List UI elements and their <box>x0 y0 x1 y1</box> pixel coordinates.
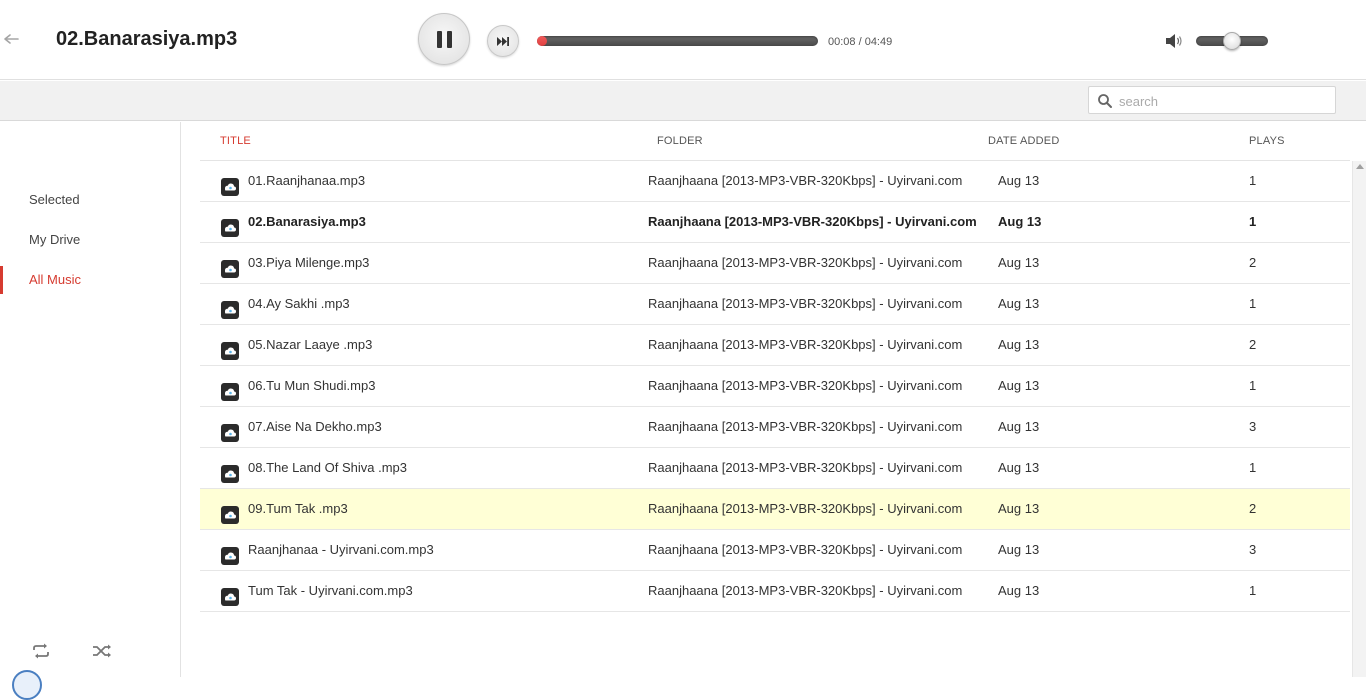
magnifier-icon <box>1098 94 1112 108</box>
track-title: 07.Aise Na Dekho.mp3 <box>248 419 382 434</box>
seek-bar-fill <box>537 36 547 46</box>
track-play-count: 2 <box>1249 501 1257 516</box>
cloud-music-icon <box>221 295 239 319</box>
track-date-added: Aug 13 <box>998 173 1040 188</box>
track-date-added: Aug 13 <box>998 255 1040 270</box>
seek-bar[interactable] <box>537 36 818 46</box>
table-row[interactable]: 05.Nazar Laaye .mp3 Raanjhaana [2013-MP3-… <box>200 325 1350 366</box>
sidebar: Selected My Drive All Music <box>0 122 181 700</box>
table-row[interactable]: Tum Tak - Uyirvani.com.mp3 Raanjhaana [20… <box>200 571 1350 612</box>
cloud-music-icon <box>221 213 239 237</box>
track-title: 05.Nazar Laaye .mp3 <box>248 337 373 352</box>
column-header-folder[interactable]: FOLDER <box>657 135 703 147</box>
track-folder: Raanjhaana [2013-MP3-VBR-320Kbps] - Uyir… <box>648 419 963 434</box>
track-title: 03.Piya Milenge.mp3 <box>248 255 370 270</box>
search-input[interactable] <box>1119 91 1329 111</box>
track-date-added: Aug 13 <box>998 542 1040 557</box>
cloud-music-icon <box>221 172 239 196</box>
track-title: Tum Tak - Uyirvani.com.mp3 <box>248 583 413 598</box>
track-date-added: Aug 13 <box>998 214 1042 229</box>
music-table: TITLE FOLDER DATE ADDED PLAYS 01.Raanjha… <box>200 122 1350 677</box>
pause-button[interactable] <box>418 13 470 65</box>
back-arrow-icon[interactable] <box>3 33 21 49</box>
track-play-count: 3 <box>1249 542 1257 557</box>
volume-slider[interactable] <box>1196 32 1268 50</box>
track-play-count: 1 <box>1249 214 1257 229</box>
track-title: 09.Tum Tak .mp3 <box>248 501 348 516</box>
track-play-count: 2 <box>1249 337 1257 352</box>
pause-icon <box>437 31 453 48</box>
table-header: TITLE FOLDER DATE ADDED PLAYS <box>200 122 1350 161</box>
next-track-button[interactable] <box>487 25 519 57</box>
track-folder: Raanjhaana [2013-MP3-VBR-320Kbps] - Uyir… <box>648 460 963 475</box>
column-header-title[interactable]: TITLE <box>220 135 251 147</box>
track-title: 08.The Land Of Shiva .mp3 <box>248 460 407 475</box>
track-play-count: 1 <box>1249 583 1257 598</box>
track-date-added: Aug 13 <box>998 337 1040 352</box>
track-folder: Raanjhaana [2013-MP3-VBR-320Kbps] - Uyir… <box>648 173 963 188</box>
scroll-up-icon[interactable] <box>1356 164 1364 169</box>
cloud-music-icon <box>221 541 239 565</box>
table-row[interactable]: 07.Aise Na Dekho.mp3 Raanjhaana [2013-MP3… <box>200 407 1350 448</box>
cloud-music-icon <box>221 377 239 401</box>
player-bar: 02.Banarasiya.mp3 00:08 / 04:49 <box>0 0 1366 80</box>
cloud-music-icon <box>221 500 239 524</box>
column-header-date-added[interactable]: DATE ADDED <box>988 135 1059 147</box>
skip-next-icon <box>497 37 509 46</box>
speaker-icon[interactable] <box>1164 32 1184 50</box>
shuffle-icon[interactable] <box>91 642 113 660</box>
track-play-count: 3 <box>1249 419 1257 434</box>
track-date-added: Aug 13 <box>998 378 1040 393</box>
track-title: 01.Raanjhanaa.mp3 <box>248 173 366 188</box>
track-play-count: 1 <box>1249 460 1257 475</box>
toolbar <box>0 81 1366 121</box>
cloud-music-icon <box>221 459 239 483</box>
track-date-added: Aug 13 <box>998 460 1040 475</box>
cloud-music-icon <box>221 582 239 606</box>
table-row[interactable]: 04.Ay Sakhi .mp3 Raanjhaana [2013-MP3-VBR… <box>200 284 1350 325</box>
track-folder: Raanjhaana [2013-MP3-VBR-320Kbps] - Uyir… <box>648 583 963 598</box>
sidebar-item-all-music[interactable]: All Music <box>0 266 180 294</box>
table-row[interactable]: 03.Piya Milenge.mp3 Raanjhaana [2013-MP3-… <box>200 243 1350 284</box>
cloud-music-icon <box>221 336 239 360</box>
cloud-music-icon <box>221 418 239 442</box>
track-date-added: Aug 13 <box>998 419 1040 434</box>
track-play-count: 1 <box>1249 378 1257 393</box>
track-folder: Raanjhaana [2013-MP3-VBR-320Kbps] - Uyir… <box>648 337 963 352</box>
search-box[interactable] <box>1088 86 1336 114</box>
table-row[interactable]: 09.Tum Tak .mp3 Raanjhaana [2013-MP3-VBR-… <box>200 489 1350 530</box>
table-row[interactable]: Raanjhanaa - Uyirvani.com.mp3 Raanjhaana … <box>200 530 1350 571</box>
track-play-count: 2 <box>1249 255 1257 270</box>
table-row[interactable]: 08.The Land Of Shiva .mp3 Raanjhaana [201… <box>200 448 1350 489</box>
track-date-added: Aug 13 <box>998 501 1040 516</box>
track-date-added: Aug 13 <box>998 296 1040 311</box>
column-header-plays[interactable]: PLAYS <box>1249 135 1285 147</box>
volume-slider-handle[interactable] <box>1223 32 1241 50</box>
track-folder: Raanjhaana [2013-MP3-VBR-320Kbps] - Uyir… <box>648 296 963 311</box>
repeat-icon[interactable] <box>30 642 52 660</box>
sidebar-item-my-drive[interactable]: My Drive <box>0 226 180 254</box>
track-folder: Raanjhaana [2013-MP3-VBR-320Kbps] - Uyir… <box>648 501 963 516</box>
cloud-music-icon <box>221 254 239 278</box>
track-folder: Raanjhaana [2013-MP3-VBR-320Kbps] - Uyir… <box>648 542 963 557</box>
track-play-count: 1 <box>1249 173 1257 188</box>
track-folder: Raanjhaana [2013-MP3-VBR-320Kbps] - Uyir… <box>648 255 963 270</box>
now-playing-title: 02.Banarasiya.mp3 <box>56 28 238 50</box>
table-row[interactable]: 02.Banarasiya.mp3 Raanjhaana [2013-MP3-VB… <box>200 202 1350 243</box>
sidebar-item-selected[interactable]: Selected <box>0 186 180 214</box>
track-title: Raanjhanaa - Uyirvani.com.mp3 <box>248 542 434 557</box>
track-play-count: 1 <box>1249 296 1257 311</box>
track-folder: Raanjhaana [2013-MP3-VBR-320Kbps] - Uyir… <box>648 378 963 393</box>
time-readout: 00:08 / 04:49 <box>828 36 893 48</box>
scrollbar[interactable] <box>1352 161 1366 677</box>
table-row[interactable]: 06.Tu Mun Shudi.mp3 Raanjhaana [2013-MP3-… <box>200 366 1350 407</box>
track-title: 02.Banarasiya.mp3 <box>248 214 366 229</box>
track-list: 01.Raanjhanaa.mp3 Raanjhaana [2013-MP3-VB… <box>200 161 1350 612</box>
track-folder: Raanjhaana [2013-MP3-VBR-320Kbps] - Uyir… <box>648 214 977 229</box>
track-title: 06.Tu Mun Shudi.mp3 <box>248 378 376 393</box>
track-title: 04.Ay Sakhi .mp3 <box>248 296 350 311</box>
track-date-added: Aug 13 <box>998 583 1040 598</box>
app-logo-icon <box>12 670 42 700</box>
table-row[interactable]: 01.Raanjhanaa.mp3 Raanjhaana [2013-MP3-VB… <box>200 161 1350 202</box>
